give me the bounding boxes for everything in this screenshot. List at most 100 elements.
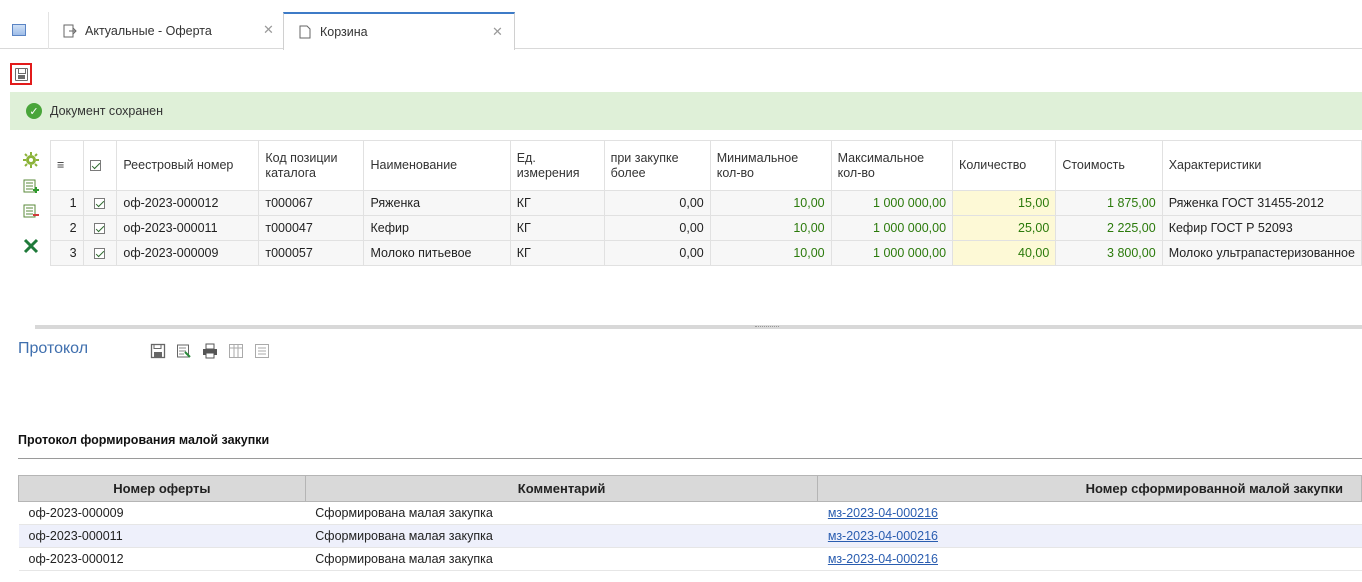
report-title: Протокол формирования малой закупки xyxy=(18,433,270,447)
print-icon[interactable] xyxy=(202,343,218,359)
row-number: 1 xyxy=(50,190,84,216)
unit[interactable]: КГ xyxy=(509,215,605,241)
check-circle-icon: ✓ xyxy=(26,103,42,119)
min-qty[interactable]: 10,00 xyxy=(709,215,832,241)
settings-gear-icon[interactable] xyxy=(23,152,39,168)
row-checkbox[interactable] xyxy=(82,240,118,266)
delete-row-icon[interactable] xyxy=(23,203,39,219)
table-header-row: ≡ Реестровый номер Код позиции каталога … xyxy=(50,140,1362,191)
purchase-over[interactable]: 0,00 xyxy=(603,240,711,266)
table-row[interactable]: 3 оф-2023-000009 т000057 Молоко питьевое… xyxy=(50,240,1362,266)
characteristics[interactable]: Молоко ультрапастеризованное xyxy=(1161,240,1362,266)
offer-number: оф-2023-000011 xyxy=(18,524,306,548)
cost[interactable]: 3 800,00 xyxy=(1055,240,1163,266)
max-qty[interactable]: 1 000 000,00 xyxy=(830,215,954,241)
table-row: оф-2023-000011 Сформирована малая закупк… xyxy=(18,524,1362,548)
protocol-title: Протокол xyxy=(18,340,89,357)
home-grid-icon[interactable] xyxy=(12,24,26,36)
table-header-row: Номер оферты Комментарий Номер сформиров… xyxy=(18,475,1362,502)
grid-side-toolbar xyxy=(10,140,50,320)
purchase-number-cell: мз-2023-04-000216 xyxy=(817,547,1362,571)
purchase-number-cell: мз-2023-04-000216 xyxy=(817,524,1362,548)
catalog-code[interactable]: т000047 xyxy=(258,215,365,241)
splitter-grip[interactable] xyxy=(755,326,779,328)
close-icon[interactable]: ✕ xyxy=(492,24,503,40)
table-row[interactable]: 1 оф-2023-000012 т000067 Ряженка КГ 0,00… xyxy=(50,190,1362,216)
column-header[interactable]: при закупке более xyxy=(603,140,711,191)
row-checkbox[interactable] xyxy=(82,190,118,216)
purchase-over[interactable]: 0,00 xyxy=(603,215,711,241)
catalog-code[interactable]: т000067 xyxy=(258,190,365,216)
save-button[interactable] xyxy=(10,63,32,85)
save-icon[interactable] xyxy=(150,343,166,359)
quantity-field[interactable]: 15,00 xyxy=(952,190,1057,216)
unit[interactable]: КГ xyxy=(509,190,605,216)
cost[interactable]: 2 225,00 xyxy=(1055,215,1163,241)
purchase-over[interactable]: 0,00 xyxy=(603,190,711,216)
registry-number[interactable]: оф-2023-000009 xyxy=(116,240,260,266)
tab-label: Актуальные - Оферта xyxy=(85,23,212,38)
tab-cart[interactable]: Корзина ✕ xyxy=(283,12,515,50)
document-icon xyxy=(298,25,312,39)
offer-number: оф-2023-000009 xyxy=(18,501,306,525)
divider xyxy=(18,458,1362,459)
min-qty[interactable]: 10,00 xyxy=(709,190,832,216)
item-name[interactable]: Ряженка xyxy=(363,190,511,216)
column-header[interactable]: Код позиции каталога xyxy=(258,140,365,191)
document-arrow-icon xyxy=(63,24,77,38)
column-header[interactable]: Минимальное кол-во xyxy=(709,140,832,191)
tab-bar: Актуальные - Оферта ✕ Корзина ✕ xyxy=(0,12,1362,50)
add-row-icon[interactable] xyxy=(23,178,39,194)
status-message: Документ сохранен xyxy=(50,104,164,118)
comment: Сформирована малая закупка xyxy=(305,501,818,525)
column-header[interactable]: Максимальное кол-во xyxy=(830,140,954,191)
panel-splitter[interactable] xyxy=(35,325,1362,329)
column-header[interactable]: Количество xyxy=(952,140,1057,191)
excel-export-icon[interactable] xyxy=(23,238,39,254)
item-name[interactable]: Молоко питьевое xyxy=(363,240,511,266)
unit[interactable]: КГ xyxy=(509,240,605,266)
column-header[interactable]: Стоимость xyxy=(1055,140,1163,191)
tab-actual-offers[interactable]: Актуальные - Оферта ✕ xyxy=(48,12,282,49)
column-header[interactable]: Реестровый номер xyxy=(116,140,260,191)
cost[interactable]: 1 875,00 xyxy=(1055,190,1163,216)
quantity-field[interactable]: 25,00 xyxy=(952,215,1057,241)
table-row: оф-2023-000012 Сформирована малая закупк… xyxy=(18,547,1362,571)
max-qty[interactable]: 1 000 000,00 xyxy=(830,190,954,216)
column-header[interactable]: Наименование xyxy=(363,140,511,191)
registry-number[interactable]: оф-2023-000011 xyxy=(116,215,260,241)
protocol-table: Номер оферты Комментарий Номер сформиров… xyxy=(18,475,1362,571)
catalog-code[interactable]: т000057 xyxy=(258,240,365,266)
row-checkbox[interactable] xyxy=(82,215,118,241)
column-header[interactable]: Характеристики xyxy=(1161,140,1362,191)
characteristics[interactable]: Ряженка ГОСТ 31455-2012 xyxy=(1161,190,1362,216)
table-row[interactable]: 2 оф-2023-000011 т000047 Кефир КГ 0,00 1… xyxy=(50,215,1362,241)
comment: Сформирована малая закупка xyxy=(305,547,818,571)
characteristics[interactable]: Кефир ГОСТ Р 52093 xyxy=(1161,215,1362,241)
list-icon[interactable] xyxy=(254,343,270,359)
quantity-field[interactable]: 40,00 xyxy=(952,240,1057,266)
row-number: 2 xyxy=(50,215,84,241)
tab-label: Корзина xyxy=(320,25,368,39)
registry-number[interactable]: оф-2023-000012 xyxy=(116,190,260,216)
item-name[interactable]: Кефир xyxy=(363,215,511,241)
table-row: оф-2023-000009 Сформирована малая закупк… xyxy=(18,501,1362,525)
row-number: 3 xyxy=(50,240,84,266)
purchase-link[interactable]: мз-2023-04-000216 xyxy=(828,552,938,566)
min-qty[interactable]: 10,00 xyxy=(709,240,832,266)
column-header: Комментарий xyxy=(304,475,819,502)
max-qty[interactable]: 1 000 000,00 xyxy=(830,240,954,266)
cart-table: ≡ Реестровый номер Код позиции каталога … xyxy=(50,140,1362,266)
select-all-checkbox[interactable] xyxy=(82,140,118,191)
column-header: Номер сформированной малой закупки xyxy=(817,475,1362,502)
purchase-link[interactable]: мз-2023-04-000216 xyxy=(828,529,938,543)
comment: Сформирована малая закупка xyxy=(305,524,818,548)
column-header[interactable]: Ед. измерения xyxy=(509,140,605,191)
offer-number: оф-2023-000012 xyxy=(18,547,306,571)
menu-icon[interactable]: ≡ xyxy=(50,140,84,191)
close-icon[interactable]: ✕ xyxy=(263,22,274,38)
purchase-link[interactable]: мз-2023-04-000216 xyxy=(828,506,938,520)
columns-icon[interactable] xyxy=(228,343,244,359)
status-message-bar: ✓ Документ сохранен xyxy=(10,92,1362,130)
export-icon[interactable] xyxy=(176,343,192,359)
